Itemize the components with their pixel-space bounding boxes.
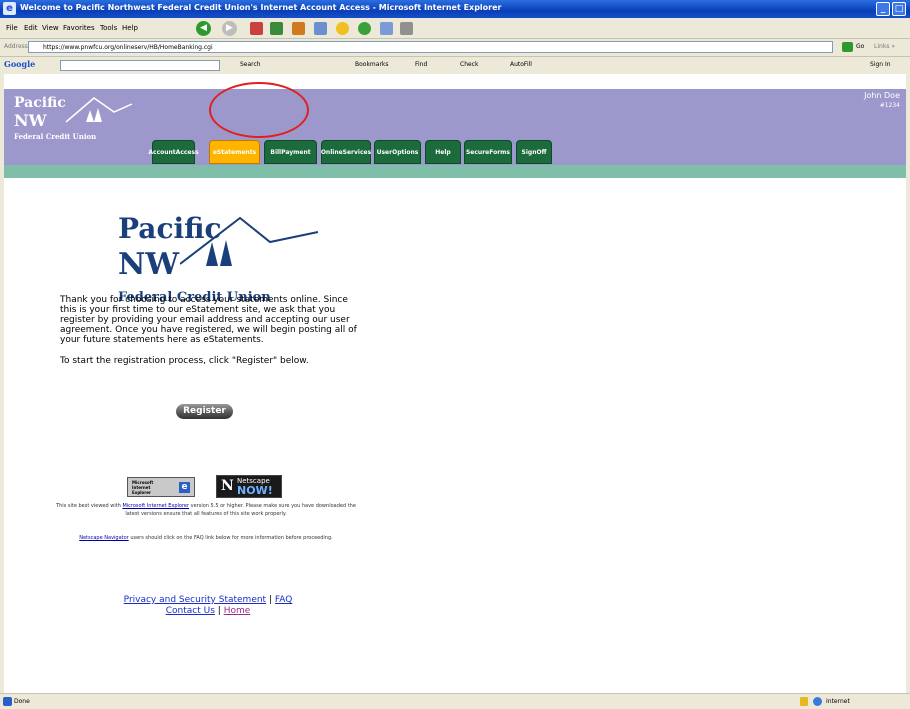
tab-user-options[interactable]: User Options: [374, 140, 421, 164]
tab-estatements[interactable]: eStatements: [209, 140, 260, 164]
address-label: Address: [4, 43, 28, 50]
address-bar: Address https://www.pnwfcu.org/onlineser…: [0, 39, 910, 57]
find-button[interactable]: Find: [415, 61, 427, 68]
menu-edit[interactable]: Edit: [24, 24, 38, 32]
security-zone: Internet: [826, 698, 850, 705]
check-button[interactable]: Check: [460, 61, 478, 68]
google-toolbar: Google Search Bookmarks Find Check AutoF…: [0, 57, 910, 75]
ie-badge[interactable]: Microsoft Internet Explorer e: [127, 477, 195, 497]
window-titlebar: e Welcome to Pacific Northwest Federal C…: [0, 0, 910, 18]
highlight-circle: [209, 82, 309, 138]
footer-links: Privacy and Security Statement | FAQ Con…: [123, 595, 293, 616]
menu-help[interactable]: Help: [122, 24, 138, 32]
page-icon: [3, 697, 12, 706]
tab-secure-forms[interactable]: Secure Forms: [464, 140, 512, 164]
bookmarks-button[interactable]: Bookmarks: [355, 61, 389, 68]
window-title: Welcome to Pacific Northwest Federal Cre…: [20, 3, 502, 12]
user-name: John Doe: [864, 91, 900, 100]
tab-online-services[interactable]: Online Services: [321, 140, 371, 164]
status-bar: Done Internet: [0, 693, 910, 709]
privacy-link[interactable]: Privacy and Security Statement: [124, 595, 266, 605]
home-link[interactable]: Home: [224, 606, 251, 616]
home-icon[interactable]: [292, 22, 305, 35]
google-search-button[interactable]: Search: [240, 61, 261, 68]
netscape-note: Netscape Navigator users should click on…: [79, 535, 333, 541]
back-icon[interactable]: ◀: [196, 21, 211, 36]
go-icon[interactable]: [842, 42, 853, 52]
contact-link[interactable]: Contact Us: [166, 606, 215, 616]
mail-icon[interactable]: [380, 22, 393, 35]
menu-tools[interactable]: Tools: [100, 24, 117, 32]
user-info: John Doe #1234: [864, 91, 900, 111]
address-input[interactable]: https://www.pnwfcu.org/onlineserv/HB/Hom…: [28, 41, 833, 53]
autofill-button[interactable]: AutoFill: [510, 61, 532, 68]
menu-toolbar: File Edit View Favorites Tools Help: [0, 18, 910, 39]
banner-strip: [4, 165, 906, 178]
favorites-star-icon[interactable]: [336, 22, 349, 35]
tab-sign-off[interactable]: Sign Off: [516, 140, 552, 164]
mountain-logo-icon: [65, 97, 133, 123]
tab-help[interactable]: Help: [425, 140, 461, 164]
instruction-text: To start the registration process, click…: [60, 356, 309, 366]
google-logo: Google: [4, 59, 36, 69]
internet-explorer-icon: e: [3, 2, 16, 15]
register-button[interactable]: Register: [176, 404, 233, 419]
minimize-button[interactable]: _: [876, 2, 890, 16]
sign-in-button[interactable]: Sign In: [870, 61, 891, 68]
site-banner: Pacific NW Federal Credit Union John Doe…: [4, 89, 906, 165]
netscape-link[interactable]: Netscape Navigator: [79, 535, 129, 541]
content-mountain-icon: [180, 216, 319, 266]
maximize-button[interactable]: □: [892, 2, 906, 16]
menu-file[interactable]: File: [6, 24, 18, 32]
status-text: Done: [14, 698, 30, 705]
refresh-icon[interactable]: [270, 22, 283, 35]
browser-note: This site best viewed with Microsoft Int…: [56, 503, 356, 517]
search-icon[interactable]: [314, 22, 327, 35]
intro-text: Thank you for choosing to access your st…: [60, 295, 360, 366]
lock-icon: [800, 697, 808, 706]
tab-bill-payment[interactable]: Bill Payment: [264, 140, 317, 164]
go-button[interactable]: Go: [856, 43, 864, 50]
tab-account-access[interactable]: Account Access: [148, 140, 199, 164]
stop-icon[interactable]: [250, 22, 263, 35]
print-icon[interactable]: [400, 22, 413, 35]
netscape-badge[interactable]: N Netscape NOW!: [216, 475, 282, 498]
menu-favorites[interactable]: Favorites: [63, 24, 95, 32]
history-icon[interactable]: [358, 22, 371, 35]
faq-link[interactable]: FAQ: [275, 595, 292, 605]
ie-badge-icon: e: [179, 482, 190, 493]
google-search-input[interactable]: [60, 60, 220, 71]
forward-icon[interactable]: ▶: [222, 21, 237, 36]
globe-icon: [813, 697, 822, 706]
menu-view[interactable]: View: [42, 24, 59, 32]
links-button[interactable]: Links »: [874, 43, 895, 50]
ie-link[interactable]: Microsoft Internet Explorer: [122, 503, 189, 509]
user-account: #1234: [879, 102, 900, 109]
